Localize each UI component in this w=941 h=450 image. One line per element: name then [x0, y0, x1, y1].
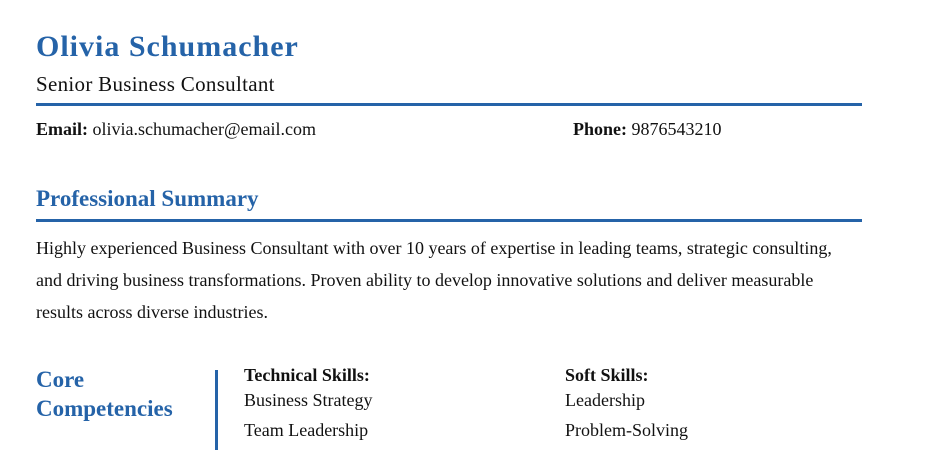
summary-heading: Professional Summary	[36, 186, 259, 211]
phone-label: Phone:	[573, 119, 627, 139]
soft-skills: Soft Skills: Leadership Problem-Solving	[565, 365, 688, 445]
summary-divider	[36, 219, 862, 222]
summary-text: Highly experienced Business Consultant w…	[36, 238, 832, 322]
email-label: Email:	[36, 119, 88, 139]
skill-item: Business Strategy	[244, 390, 373, 410]
competencies-heading-line2: Competencies	[36, 396, 173, 421]
competencies-heading: Core Competencies	[36, 365, 173, 423]
skill-item: Leadership	[565, 390, 645, 410]
skill-item: Team Leadership	[244, 420, 369, 440]
email-value: olivia.schumacher@email.com	[92, 119, 317, 139]
skill-item: Problem-Solving	[565, 420, 689, 440]
contact-phone: Phone: 9876543210	[573, 119, 722, 140]
competencies-divider	[215, 370, 218, 450]
technical-skills-heading: Technical Skills:	[244, 365, 370, 385]
candidate-name: Olivia Schumacher	[36, 30, 299, 63]
header-divider	[36, 103, 862, 106]
job-title: Senior Business Consultant	[36, 72, 275, 96]
phone-value: 9876543210	[631, 119, 722, 139]
contact-email: Email: olivia.schumacher@email.com	[36, 119, 316, 140]
technical-skills: Technical Skills: Business Strategy Team…	[244, 365, 373, 445]
competencies-heading-line1: Core	[36, 367, 85, 392]
soft-skills-heading: Soft Skills:	[565, 365, 649, 385]
